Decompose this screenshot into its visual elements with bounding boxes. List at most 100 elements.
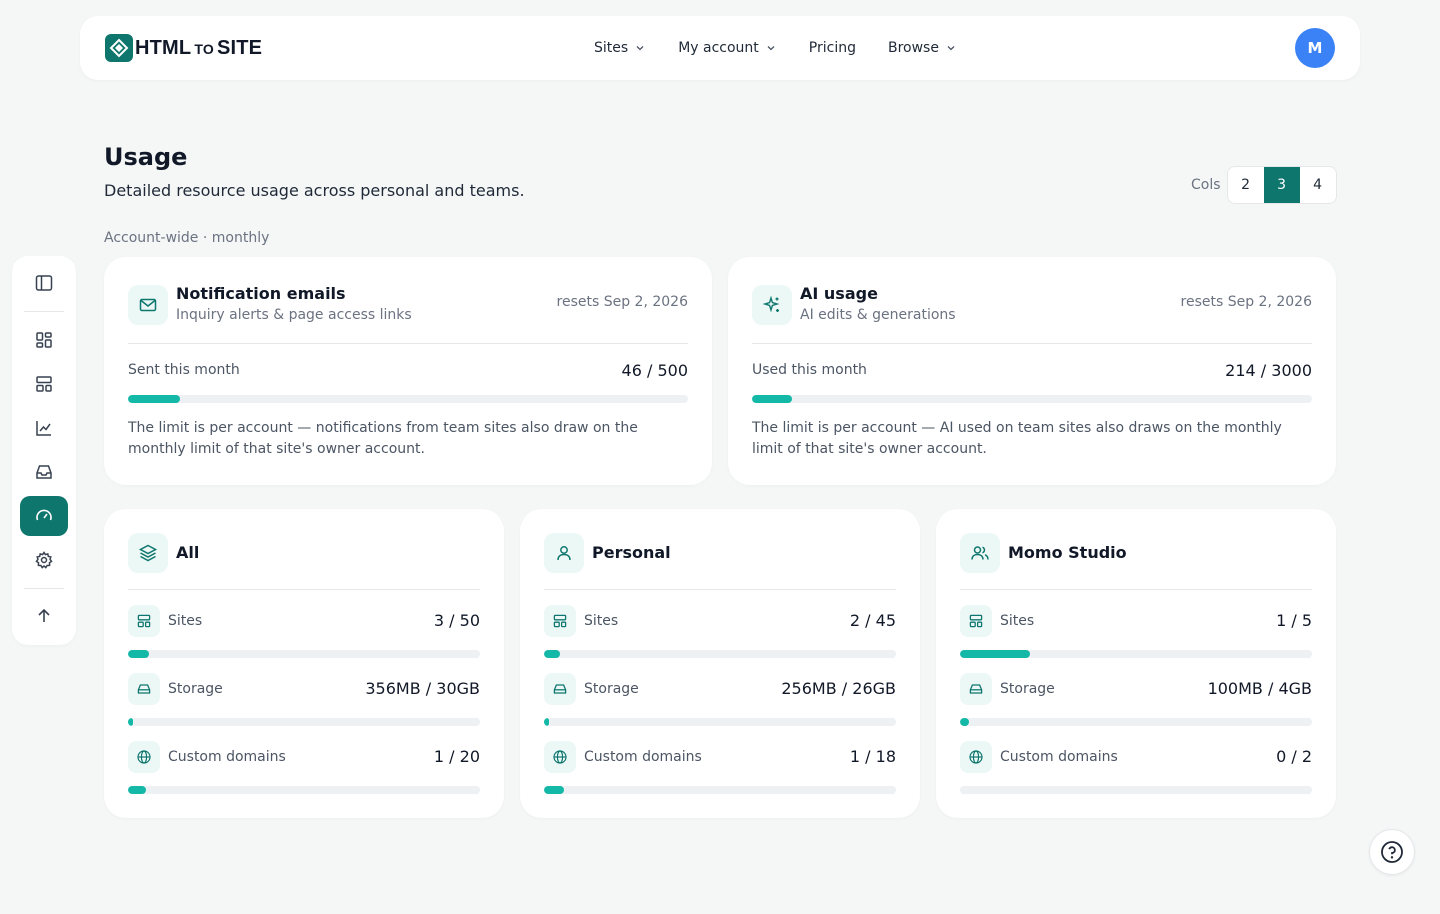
progress-track: [752, 395, 1312, 403]
scroll-top-icon: [38, 608, 50, 622]
metric-value: 1 / 20: [433, 747, 480, 766]
globe-icon: [960, 741, 992, 773]
user-icon: [544, 533, 584, 573]
ai-usage-card: AI usage AI edits & generations resets S…: [728, 257, 1336, 485]
rail-usage[interactable]: [20, 496, 68, 536]
progress-track: [544, 786, 896, 794]
metric-label: Custom domains: [168, 749, 286, 765]
rail-dashboard[interactable]: [20, 320, 68, 360]
sparkles-icon: [752, 285, 792, 325]
team-users-icon: [960, 533, 1000, 573]
progress-fill: [960, 650, 1031, 658]
metric-label: Sites: [584, 613, 619, 629]
inbox-icon: [36, 465, 52, 479]
dashboard-icon: [36, 332, 52, 348]
progress-fill: [960, 718, 969, 726]
help-button[interactable]: [1369, 829, 1415, 875]
progress-fill: [128, 395, 180, 403]
metric-label: Custom domains: [584, 749, 702, 765]
rail-scroll-top[interactable]: [20, 596, 68, 636]
progress-track: [128, 786, 480, 794]
card-title: All: [176, 543, 200, 562]
progress-fill: [544, 786, 564, 794]
progress-fill: [752, 395, 792, 403]
card-title: Notification emails: [176, 284, 346, 303]
progress-fill: [128, 786, 146, 794]
avatar[interactable]: M: [1295, 28, 1335, 68]
progress-track: [960, 650, 1312, 658]
scope-card-all: All Sites 3 / 50 Storage 356MB / 30GB Cu…: [104, 509, 504, 818]
usage-gauge-icon: [36, 509, 52, 521]
progress-track: [544, 718, 896, 726]
metric-value: 214 / 3000: [1225, 361, 1312, 380]
cols-option-2[interactable]: 2: [1228, 167, 1264, 203]
brand-logo[interactable]: HTML TO SITE: [105, 34, 262, 62]
metric-label: Storage: [168, 681, 223, 697]
nav-my-account[interactable]: My account: [678, 40, 777, 56]
storage-drive-icon: [544, 673, 576, 705]
rail-settings[interactable]: [20, 540, 68, 580]
metric-label: Sites: [1000, 613, 1035, 629]
metric-label: Storage: [584, 681, 639, 697]
progress-track: [960, 786, 1312, 794]
card-title: AI usage: [800, 284, 878, 303]
columns-switcher: Cols 2 3 4: [1191, 166, 1337, 204]
globe-icon: [544, 741, 576, 773]
cols-option-3[interactable]: 3: [1263, 167, 1300, 203]
page-title: Usage: [104, 143, 188, 171]
metric-label: Sent this month: [128, 362, 240, 378]
rail-analytics[interactable]: [20, 408, 68, 448]
storage-drive-icon: [128, 673, 160, 705]
help-circle-icon: [1381, 841, 1403, 863]
notification-emails-card: Notification emails Inquiry alerts & pag…: [104, 257, 712, 485]
reset-date: resets Sep 2, 2026: [556, 294, 688, 310]
metric-value: 100MB / 4GB: [1207, 679, 1312, 698]
card-divider: [544, 589, 896, 590]
cols-option-4[interactable]: 4: [1300, 167, 1336, 203]
progress-fill: [544, 718, 549, 726]
card-divider: [128, 343, 688, 344]
metric-value: 1 / 5: [1276, 611, 1312, 630]
metric-label: Storage: [1000, 681, 1055, 697]
metric-value: 2 / 45: [849, 611, 896, 630]
rail-sites[interactable]: [20, 364, 68, 404]
cols-label: Cols: [1191, 177, 1221, 193]
section-label: Account-wide · monthly: [104, 230, 270, 246]
nav-pricing[interactable]: Pricing: [809, 40, 856, 56]
sidebar-toggle-button[interactable]: [20, 263, 68, 303]
progress-track: [128, 718, 480, 726]
progress-track: [128, 650, 480, 658]
limit-note: The limit is per account — AI used on te…: [752, 420, 1282, 457]
nav-browse[interactable]: Browse: [888, 40, 957, 56]
progress-track: [544, 650, 896, 658]
analytics-icon: [36, 421, 51, 436]
nav-sites[interactable]: Sites: [594, 40, 646, 56]
metric-value: 356MB / 30GB: [365, 679, 480, 698]
rail-inbox[interactable]: [20, 452, 68, 492]
progress-track: [960, 718, 1312, 726]
scope-card-personal: Personal Sites 2 / 45 Storage 256MB / 26…: [520, 509, 920, 818]
side-rail: [12, 256, 76, 645]
rail-divider: [24, 311, 64, 312]
progress-fill: [544, 650, 560, 658]
sites-icon: [960, 605, 992, 637]
chevron-down-icon: [634, 42, 646, 54]
chevron-down-icon: [765, 42, 777, 54]
metric-value: 3 / 50: [433, 611, 480, 630]
sites-icon: [544, 605, 576, 637]
chevron-down-icon: [945, 42, 957, 54]
top-navbar: HTML TO SITE Sites My account Pricing Brow…: [80, 16, 1360, 80]
sites-icon: [36, 376, 52, 392]
card-divider: [128, 589, 480, 590]
diamond-logo-icon: [105, 34, 133, 62]
card-subtitle: AI edits & generations: [800, 307, 956, 323]
reset-date: resets Sep 2, 2026: [1180, 294, 1312, 310]
metric-value: 0 / 2: [1276, 747, 1312, 766]
sites-icon: [128, 605, 160, 637]
progress-fill: [128, 650, 150, 658]
mail-icon: [128, 285, 168, 325]
limit-note: The limit is per account — notifications…: [128, 420, 638, 457]
settings-gear-icon: [35, 551, 53, 569]
metric-value: 256MB / 26GB: [781, 679, 896, 698]
layers-icon: [128, 533, 168, 573]
